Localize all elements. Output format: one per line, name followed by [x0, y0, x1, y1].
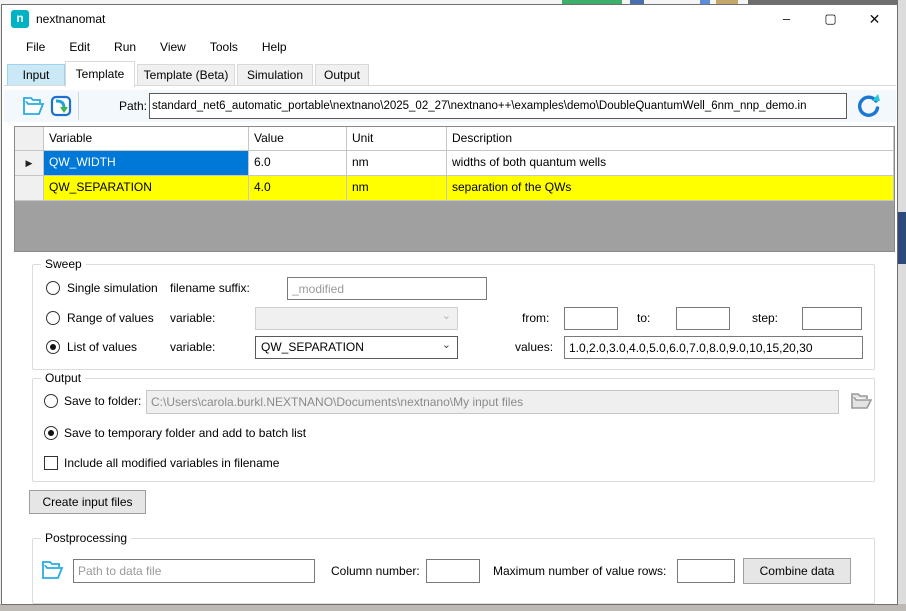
tab-template[interactable]: Template — [65, 61, 135, 87]
import-template-button[interactable] — [48, 93, 74, 119]
toolbar-divider — [78, 92, 79, 120]
close-button[interactable]: ✕ — [852, 5, 897, 33]
open-folder-icon — [20, 93, 46, 119]
column-number-label: Column number: — [331, 564, 420, 578]
step-label: step: — [752, 311, 778, 325]
values-label: values: — [515, 340, 553, 354]
save-to-folder-radio[interactable] — [44, 394, 58, 408]
nextnano-logo-icon: n — [11, 10, 29, 28]
variables-table[interactable]: Variable Value Unit Description ▶ QW_WID… — [14, 126, 895, 252]
path-input[interactable] — [149, 93, 847, 119]
column-header-value[interactable]: Value — [249, 127, 347, 151]
refresh-icon — [854, 92, 884, 120]
list-of-values-radio[interactable] — [46, 340, 60, 354]
menu-view[interactable]: View — [148, 36, 198, 58]
combine-data-button[interactable]: Combine data — [743, 558, 851, 584]
table-cell-value[interactable]: 4.0 — [249, 176, 347, 201]
filename-suffix-input[interactable] — [287, 277, 487, 300]
menu-run[interactable]: Run — [102, 36, 148, 58]
menu-edit[interactable]: Edit — [57, 36, 102, 58]
template-tab-page: Path: Variable Value Unit Descri — [4, 85, 896, 603]
row-selector[interactable]: ▶ — [15, 151, 44, 176]
menu-help[interactable]: Help — [250, 36, 299, 58]
chevron-down-icon: ⌄ — [442, 309, 451, 322]
refresh-button[interactable] — [854, 92, 884, 120]
to-input[interactable] — [676, 307, 730, 330]
title-bar[interactable]: n nextnanomat – ▢ ✕ — [2, 5, 897, 33]
window-title: nextnanomat — [36, 12, 105, 26]
postprocessing-group: Postprocessing Column number: Maximum nu… — [32, 538, 875, 604]
open-template-button[interactable] — [20, 93, 46, 119]
background-strip-right — [898, 0, 906, 611]
range-of-values-label: Range of values — [67, 311, 154, 325]
list-of-values-label: List of values — [67, 340, 137, 354]
to-label: to: — [637, 311, 650, 325]
include-variables-label: Include all modified variables in filena… — [64, 456, 279, 470]
desktop: n nextnanomat – ▢ ✕ File Edit Run View T… — [0, 0, 906, 611]
tab-input[interactable]: Input — [7, 64, 65, 86]
output-group-title: Output — [41, 371, 85, 385]
column-header-description[interactable]: Description — [447, 127, 894, 151]
chevron-down-icon: ⌄ — [442, 338, 451, 351]
maximize-button[interactable]: ▢ — [808, 5, 853, 33]
column-header-variable[interactable]: Variable — [44, 127, 249, 151]
step-input[interactable] — [802, 307, 862, 330]
output-group: Output Save to folder: Save to temporary… — [32, 378, 875, 482]
table-cell-unit[interactable]: nm — [347, 176, 447, 201]
row-selector[interactable] — [15, 176, 44, 201]
range-of-values-radio[interactable] — [46, 311, 60, 325]
column-number-input[interactable] — [426, 559, 480, 583]
save-folder-path-input[interactable] — [146, 390, 839, 414]
values-input[interactable] — [564, 336, 863, 359]
table-corner — [15, 127, 44, 151]
save-to-folder-label: Save to folder: — [64, 394, 141, 408]
column-header-unit[interactable]: Unit — [347, 127, 447, 151]
folder-icon — [848, 388, 874, 414]
postprocessing-group-title: Postprocessing — [41, 531, 131, 545]
list-variable-value: QW_SEPARATION — [261, 340, 364, 354]
sweep-group: Sweep Single simulation filename suffix:… — [32, 264, 875, 370]
table-cell-description[interactable]: widths of both quantum wells — [447, 151, 894, 176]
open-data-file-button[interactable] — [39, 557, 65, 583]
table-cell-variable[interactable]: QW_SEPARATION — [44, 176, 249, 201]
background-strip-bottom — [0, 604, 906, 611]
from-input[interactable] — [564, 307, 618, 330]
minimize-button[interactable]: – — [764, 5, 809, 33]
include-variables-checkbox[interactable] — [44, 456, 58, 470]
max-rows-label: Maximum number of value rows: — [493, 564, 666, 578]
table-cell-description[interactable]: separation of the QWs — [447, 176, 894, 201]
filename-suffix-label: filename suffix: — [170, 281, 250, 295]
sweep-group-title: Sweep — [41, 257, 86, 271]
range-variable-label: variable: — [170, 311, 215, 325]
table-cell-unit[interactable]: nm — [347, 151, 447, 176]
browse-folder-button[interactable] — [848, 388, 874, 414]
background-artifact — [898, 212, 906, 264]
list-variable-select[interactable]: QW_SEPARATION ⌄ — [255, 336, 458, 359]
max-rows-input[interactable] — [677, 559, 735, 583]
list-variable-label: variable: — [170, 340, 215, 354]
single-simulation-label: Single simulation — [67, 281, 158, 295]
menu-bar: File Edit Run View Tools Help — [2, 33, 897, 61]
tab-strip: Input Template Template (Beta) Simulatio… — [2, 61, 897, 86]
save-temporary-radio[interactable] — [44, 426, 58, 440]
save-temporary-label: Save to temporary folder and add to batc… — [64, 426, 306, 440]
table-cell-value[interactable]: 6.0 — [249, 151, 347, 176]
tab-template-beta[interactable]: Template (Beta) — [137, 64, 235, 86]
from-label: from: — [522, 311, 549, 325]
import-arrow-icon — [48, 93, 74, 119]
data-file-path-input[interactable] — [73, 559, 315, 583]
path-label: Path: — [119, 99, 147, 113]
app-window: n nextnanomat – ▢ ✕ File Edit Run View T… — [1, 4, 898, 605]
menu-tools[interactable]: Tools — [198, 36, 250, 58]
open-folder-icon — [39, 557, 65, 583]
range-variable-select[interactable]: ⌄ — [255, 307, 458, 330]
tab-output[interactable]: Output — [315, 64, 369, 86]
tab-simulation[interactable]: Simulation — [237, 64, 313, 86]
single-simulation-radio[interactable] — [46, 281, 60, 295]
current-row-marker-icon: ▶ — [26, 158, 33, 168]
create-input-files-button[interactable]: Create input files — [29, 490, 146, 514]
path-toolbar: Path: — [4, 90, 896, 122]
menu-file[interactable]: File — [14, 36, 57, 58]
table-cell-variable[interactable]: QW_WIDTH — [44, 151, 249, 176]
